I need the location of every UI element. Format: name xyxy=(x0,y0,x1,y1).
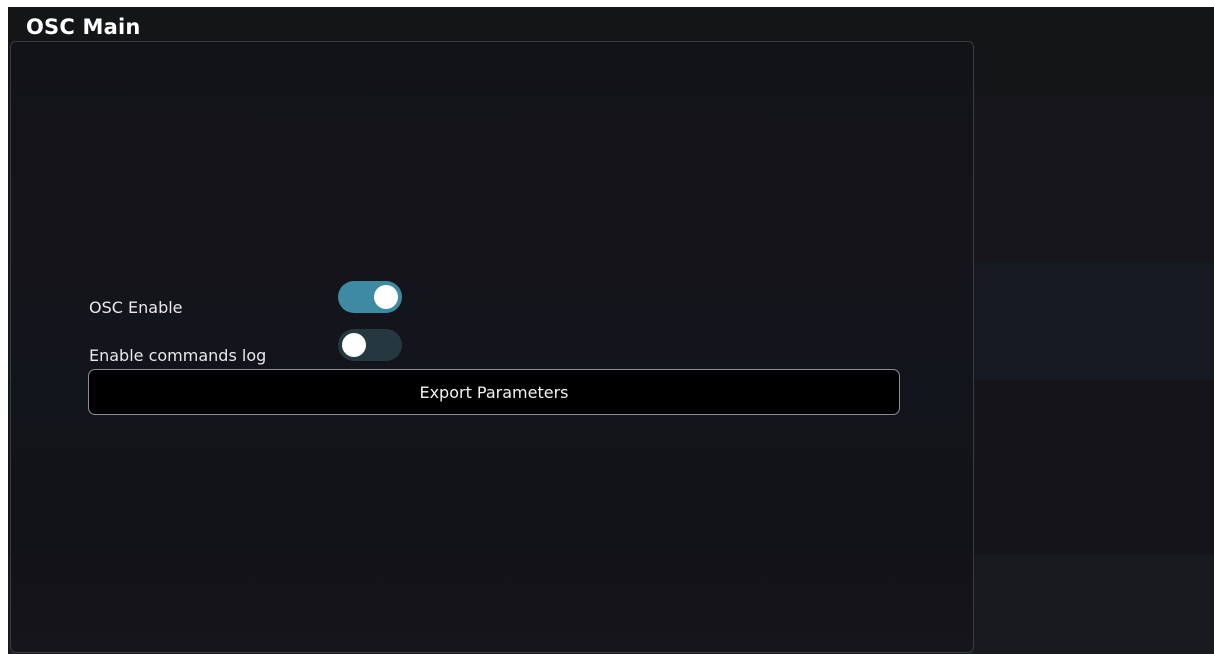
commands-log-label: Enable commands log xyxy=(89,346,267,365)
toggle-knob xyxy=(374,285,398,309)
export-parameters-button[interactable]: Export Parameters xyxy=(88,369,900,415)
settings-panel: OSC Enable Enable commands log Export Pa… xyxy=(10,41,974,653)
window-title: OSC Main xyxy=(26,15,141,39)
osc-enable-label: OSC Enable xyxy=(89,298,183,317)
osc-enable-toggle[interactable] xyxy=(338,281,402,313)
toggle-knob xyxy=(342,333,366,357)
app-window: OSC Main OSC Enable Enable commands log … xyxy=(8,7,1214,654)
commands-log-toggle[interactable] xyxy=(338,329,402,361)
